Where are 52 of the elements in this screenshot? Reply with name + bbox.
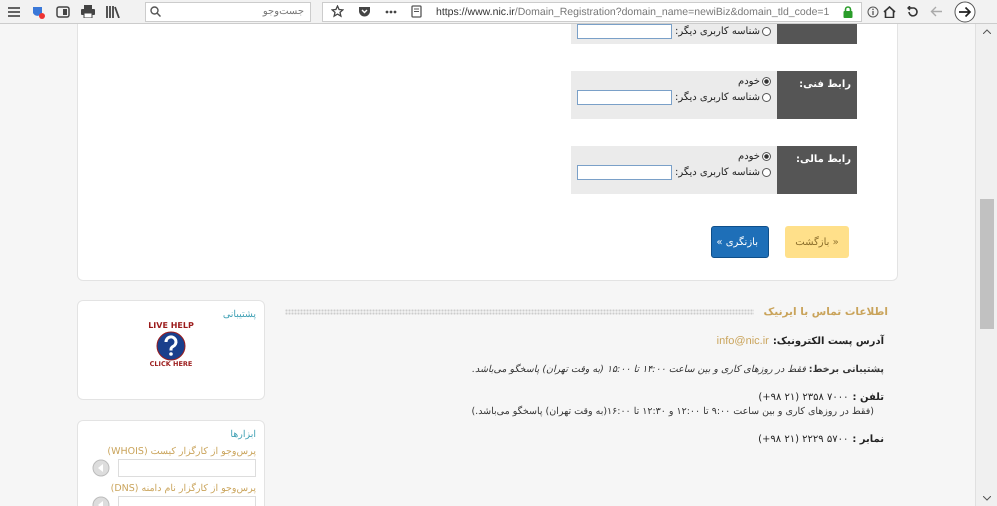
review-button[interactable]: بازنگری » (711, 226, 769, 258)
fax-label: نمابر : (852, 434, 884, 445)
phone-number: (+۹۸ ۲۱) ۲۳۵۸ ۷۰۰۰ (758, 392, 848, 403)
radio-button[interactable] (762, 27, 771, 36)
fax-number: (+۹۸ ۲۱) ۲۲۲۹ ۵۷۰۰ (758, 434, 848, 445)
option-label: خودم (738, 151, 760, 162)
option-label: شناسه کاربری دیگر: (675, 92, 760, 103)
card-title: ابزارها (229, 429, 256, 440)
print-icon[interactable] (81, 5, 95, 18)
question-mark-icon[interactable] (156, 330, 186, 361)
badge-text[interactable]: LIVE HELP (148, 322, 194, 331)
query-label: پرس‌وجو از کارگزار کیست (WHOIS) (106, 446, 256, 457)
card-title: پشتیبانی (222, 309, 256, 320)
info-icon[interactable] (867, 6, 880, 18)
query-label: پرس‌وجو از کارگزار نام دامنه (DNS) (110, 483, 256, 494)
sidebar-icon[interactable] (56, 6, 70, 18)
star-icon[interactable] (331, 5, 344, 18)
search-field[interactable]: جست‌وجو (145, 2, 311, 22)
menu-icon[interactable] (8, 6, 20, 16)
home-icon[interactable] (883, 6, 896, 18)
radio-button[interactable] (762, 77, 771, 86)
user-id-field[interactable] (577, 24, 672, 39)
section-title: اطلاعات تماس با ایرنیک (764, 306, 889, 318)
phone-hours-note: (فقط در روزهای کاری و بین ساعت ۹:۰۰ تا ۱۲:۰۰ و ۱۲:۳۰ تا ۱۶:۰۰(به وقت تهران) پاسخگو می‌باشد.) (470, 406, 875, 417)
radio-button[interactable] (762, 152, 771, 161)
search-icon (150, 6, 161, 17)
reader-icon[interactable] (411, 5, 422, 18)
user-id-field[interactable] (577, 165, 672, 180)
pocket-icon[interactable] (358, 6, 371, 18)
shield-icon[interactable] (31, 4, 45, 18)
support-hours-text: پشتیبانی برخط: فقط در روزهای کاری و بین ساعت ۱۴:۰۰ تا ۱۵:۰۰ (به وقت تهران) پاسخگو می‌باشد. (472, 364, 884, 375)
group-label: رابط مالی: (777, 146, 857, 194)
option-label: شناسه کاربری دیگر: (675, 167, 760, 178)
user-id-field[interactable] (577, 90, 672, 105)
reload-icon[interactable] (907, 6, 919, 18)
phone-label: تلفن : (852, 392, 884, 403)
query-field[interactable] (118, 459, 256, 477)
scroll-up-icon[interactable] (982, 29, 990, 34)
library-icon[interactable] (106, 6, 120, 18)
radio-button[interactable] (762, 93, 771, 102)
back-button[interactable]: « بازگشت (785, 226, 849, 258)
option-label: خودم (738, 76, 760, 87)
scroll-thumb[interactable] (980, 199, 994, 329)
more-icon[interactable] (385, 10, 397, 14)
lock-icon (843, 6, 854, 18)
radio-button[interactable] (762, 168, 771, 177)
email-label: آدرس پست الکترونیک: (772, 336, 884, 347)
option-label: شناسه کاربری دیگر: (675, 26, 760, 37)
scrollbar[interactable] (975, 24, 997, 506)
scroll-down-icon[interactable] (982, 496, 990, 501)
group-label: رابط فنی: (777, 71, 857, 119)
url-text: https://www.nic.ir/Domain_Registration?domain_name=newiBiz&domain_tld_code=1 (436, 6, 830, 18)
